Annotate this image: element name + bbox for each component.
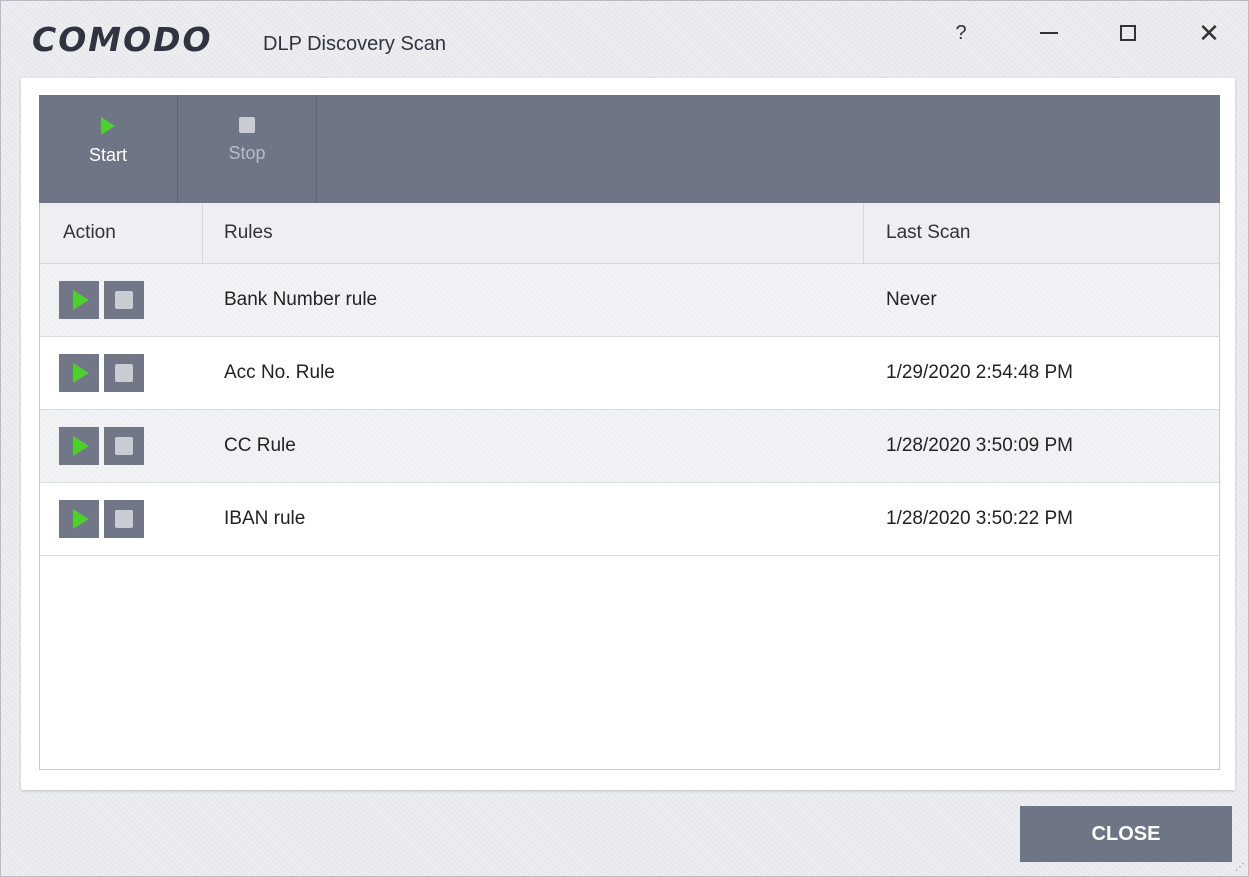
play-icon: [72, 290, 89, 310]
row-start-button[interactable]: [59, 500, 99, 538]
toolbar: Start Stop: [39, 95, 1220, 203]
play-icon: [72, 436, 89, 456]
table-header: Action Rules Last Scan: [40, 203, 1219, 264]
window-close-button[interactable]: ✕: [1184, 13, 1234, 53]
table-row[interactable]: CC Rule 1/28/2020 3:50:09 PM: [40, 410, 1219, 483]
play-icon: [72, 509, 89, 529]
maximize-icon: [1120, 25, 1136, 41]
start-label: Start: [88, 145, 127, 165]
row-stop-button[interactable]: [104, 281, 144, 319]
last-scan: 1/29/2020 2:54:48 PM: [886, 362, 1073, 383]
row-stop-button[interactable]: [104, 354, 144, 392]
rule-name: Acc No. Rule: [224, 362, 335, 383]
help-button[interactable]: ?: [936, 13, 986, 53]
comodo-logo: COMODO: [32, 20, 213, 59]
minimize-icon: [1040, 32, 1058, 34]
stop-icon: [115, 437, 133, 455]
stop-icon: [115, 510, 133, 528]
row-stop-button[interactable]: [104, 500, 144, 538]
table-row[interactable]: Acc No. Rule 1/29/2020 2:54:48 PM: [40, 337, 1219, 410]
last-scan: 1/28/2020 3:50:09 PM: [886, 435, 1073, 456]
stop-button[interactable]: Stop: [178, 95, 317, 203]
column-header-rules[interactable]: Rules: [203, 203, 864, 263]
rule-name: IBAN rule: [224, 508, 306, 529]
play-icon: [72, 363, 89, 383]
stop-icon: [115, 364, 133, 382]
minimize-button[interactable]: [1024, 13, 1074, 53]
stop-label: Stop: [228, 143, 266, 163]
window-title: DLP Discovery Scan: [263, 33, 447, 55]
dlp-discovery-scan-window: COMODO DLP Discovery Scan ? ✕ Start Stop: [0, 0, 1249, 877]
title-bar: COMODO DLP Discovery Scan ? ✕: [1, 1, 1248, 81]
main-panel: Start Stop Action Rules Last Scan Bank N…: [21, 78, 1235, 790]
row-stop-button[interactable]: [104, 427, 144, 465]
maximize-button[interactable]: [1103, 13, 1153, 53]
close-button[interactable]: CLOSE: [1020, 806, 1232, 862]
help-icon: ?: [955, 21, 967, 44]
resize-grip-icon[interactable]: ⋰: [1235, 863, 1245, 873]
table-row[interactable]: Bank Number rule Never: [40, 264, 1219, 337]
table-row[interactable]: IBAN rule 1/28/2020 3:50:22 PM: [40, 483, 1219, 556]
row-start-button[interactable]: [59, 354, 99, 392]
stop-icon: [115, 291, 133, 309]
last-scan: Never: [886, 289, 937, 310]
rules-table: Action Rules Last Scan Bank Number rule …: [39, 203, 1220, 770]
row-start-button[interactable]: [59, 427, 99, 465]
rule-name: CC Rule: [224, 435, 296, 456]
stop-icon: [239, 117, 255, 133]
play-icon: [101, 117, 115, 135]
close-icon: ✕: [1198, 17, 1220, 48]
column-header-action[interactable]: Action: [40, 203, 203, 263]
last-scan: 1/28/2020 3:50:22 PM: [886, 508, 1073, 529]
column-header-last-scan[interactable]: Last Scan: [864, 203, 1219, 263]
row-start-button[interactable]: [59, 281, 99, 319]
start-button[interactable]: Start: [39, 95, 178, 203]
rule-name: Bank Number rule: [224, 289, 378, 310]
